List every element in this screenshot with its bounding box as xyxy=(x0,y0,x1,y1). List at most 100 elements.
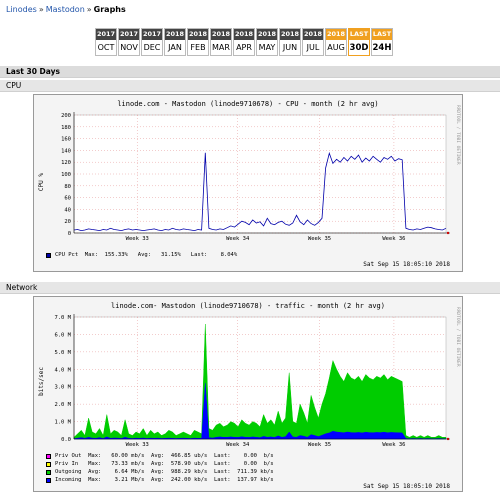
cpu-timestamp: Sat Sep 15 18:05:10 2018 xyxy=(363,261,450,268)
breadcrumb-separator: » xyxy=(86,5,92,14)
tab-year: 2017 xyxy=(142,29,162,40)
y-tick-label: 0.0 xyxy=(61,437,71,443)
x-tick-label: Week 35 xyxy=(308,236,331,242)
y-tick-label: 40 xyxy=(64,207,71,213)
tab-year: LAST xyxy=(349,29,369,40)
tab-label: MAY xyxy=(258,43,276,52)
legend-swatch-priv-out xyxy=(46,453,51,459)
network-legend-row: Priv Out Max: 60.00 mb/s Avg: 466.85 ub/… xyxy=(46,453,274,459)
tab-year: 2018 xyxy=(326,29,346,40)
tab-oct-2017[interactable]: 2017 OCT xyxy=(95,28,117,56)
network-legend-row: Outgoing Avg: 6.64 Mb/s Avg: 988.29 kb/s… xyxy=(46,469,274,475)
tab-nov-2017[interactable]: 2017 NOV xyxy=(118,28,140,56)
tab-label: DEC xyxy=(143,43,161,52)
y-tick-label: 1.0 M xyxy=(54,420,71,426)
legend-swatch-priv-in xyxy=(46,461,51,467)
tab-label: APR xyxy=(236,43,252,52)
legend-stats: Max: 60.00 mb/s Avg: 466.85 ub/s Last: 0… xyxy=(81,453,274,459)
y-tick-label: 200 xyxy=(61,113,71,119)
tab-year: 2018 xyxy=(188,29,208,40)
cpu-legend: CPU Pct Max: 155.33% Avg: 31.15% Last: 8… xyxy=(46,252,237,258)
y-tick-label: 20 xyxy=(64,219,71,225)
tab-year: 2018 xyxy=(165,29,185,40)
legend-name: CPU Pct xyxy=(55,252,79,258)
tab-label: OCT xyxy=(97,43,115,52)
tab-last-24h[interactable]: LAST 24H xyxy=(371,28,393,56)
breadcrumb-separator: » xyxy=(38,5,44,14)
network-legend-row: Incoming Max: 3.21 Mb/s Avg: 242.00 kb/s… xyxy=(46,477,274,483)
tab-year: 2018 xyxy=(303,29,323,40)
legend-swatch-outgoing xyxy=(46,469,51,475)
y-tick-label: 120 xyxy=(61,160,71,166)
x-tick-label: Week 33 xyxy=(126,236,149,242)
y-tick-label: 60 xyxy=(64,196,71,202)
cpu-chart: 0 20 40 60 80 100 120 140 160 180 200 Week 33 Week 3… xyxy=(61,112,450,242)
axis-end-marker xyxy=(446,231,450,235)
tab-jun-2018[interactable]: 2018 JUN xyxy=(279,28,301,56)
tab-year: 2017 xyxy=(119,29,139,40)
tab-label: NOV xyxy=(120,43,138,52)
y-tick-label: 5.0 M xyxy=(54,350,71,356)
tab-jan-2018[interactable]: 2018 JAN xyxy=(164,28,186,56)
tab-jul-2018[interactable]: 2018 JUL xyxy=(302,28,324,56)
x-tick-label: Week 34 xyxy=(226,236,250,242)
tab-year: 2017 xyxy=(96,29,116,40)
tab-label: JUL xyxy=(306,43,320,52)
tab-label: FEB xyxy=(190,43,206,52)
tab-label: JUN xyxy=(282,43,298,52)
x-tick-label: Week 34 xyxy=(226,442,250,448)
cpu-graph-title: linode.com - Mastodon (linode9710678) - … xyxy=(117,100,379,108)
x-tick-label: Week 36 xyxy=(382,442,405,448)
tab-feb-2018[interactable]: 2018 FEB xyxy=(187,28,209,56)
section-header-cpu: CPU xyxy=(0,80,500,92)
tab-year: 2018 xyxy=(211,29,231,40)
breadcrumb-link-mastodon[interactable]: Mastodon xyxy=(46,5,85,14)
y-tick-label: 7.0 M xyxy=(54,315,71,321)
legend-swatch-incoming xyxy=(46,477,51,483)
y-tick-label: 140 xyxy=(61,148,71,154)
tab-apr-2018[interactable]: 2018 APR xyxy=(233,28,255,56)
tab-label: MAR xyxy=(212,43,230,52)
breadcrumb: Linodes» Mastodon» Graphs xyxy=(6,5,126,14)
x-tick-label: Week 35 xyxy=(308,442,331,448)
tab-year: 2018 xyxy=(234,29,254,40)
legend-name: Priv Out xyxy=(55,453,82,459)
tab-aug-2018[interactable]: 2018 AUG xyxy=(325,28,347,56)
legend-swatch-cpu xyxy=(46,252,51,258)
section-header-network: Network xyxy=(0,282,500,294)
y-tick-label: 80 xyxy=(64,184,71,190)
period-tabs: 2017 OCT 2017 NOV 2017 DEC 2018 JAN 2018 FEB … xyxy=(95,28,393,56)
tab-label: JAN xyxy=(168,43,182,52)
cpu-graph: linode.com - Mastodon (linode9710678) - … xyxy=(33,94,463,272)
network-graph: linode.com- Mastodon (linode9710678) - t… xyxy=(33,296,463,492)
y-tick-label: 160 xyxy=(61,137,71,143)
legend-name: Outgoing xyxy=(55,469,82,475)
x-tick-label: Week 33 xyxy=(126,442,149,448)
tab-may-2018[interactable]: 2018 MAY xyxy=(256,28,278,56)
tab-dec-2017[interactable]: 2017 DEC xyxy=(141,28,163,56)
y-tick-label: 4.0 M xyxy=(54,367,71,373)
y-tick-label: 2.0 M xyxy=(54,402,71,408)
tab-year: 2018 xyxy=(280,29,300,40)
y-tick-label: 0 xyxy=(68,231,71,237)
axis-end-marker xyxy=(446,437,450,441)
y-tick-label: 180 xyxy=(61,125,71,131)
tab-mar-2018[interactable]: 2018 MAR xyxy=(210,28,232,56)
section-header-last-30-days: Last 30 Days xyxy=(0,66,500,78)
y-tick-label: 3.0 M xyxy=(54,385,71,391)
tab-label: AUG xyxy=(327,43,345,52)
legend-stats: Max: 3.21 Mb/s Avg: 242.00 kb/s Last: 13… xyxy=(81,477,274,483)
tab-label: 24H xyxy=(372,43,392,53)
legend-stats: Max: 73.33 mb/s Avg: 578.90 ub/s Last: 0… xyxy=(78,461,274,467)
breadcrumb-current: Graphs xyxy=(93,5,126,14)
tab-year: 2018 xyxy=(257,29,277,40)
breadcrumb-link-linodes[interactable]: Linodes xyxy=(6,5,37,14)
network-graph-title: linode.com- Mastodon (linode9710678) - t… xyxy=(111,302,385,310)
tab-label: 30D xyxy=(349,43,369,53)
legend-stats: Avg: 6.64 Mb/s Avg: 988.29 kb/s Last: 71… xyxy=(81,469,274,475)
network-timestamp: Sat Sep 15 18:05:10 2018 xyxy=(363,483,450,490)
network-chart: 0.0 1.0 M 2.0 M 3.0 M 4.0 M 5.0 M 6.0 M 7.0 M We… xyxy=(54,314,450,448)
x-tick-label: Week 36 xyxy=(382,236,405,242)
legend-name: Priv In xyxy=(55,461,79,467)
tab-last-30d[interactable]: LAST 30D xyxy=(348,28,370,56)
